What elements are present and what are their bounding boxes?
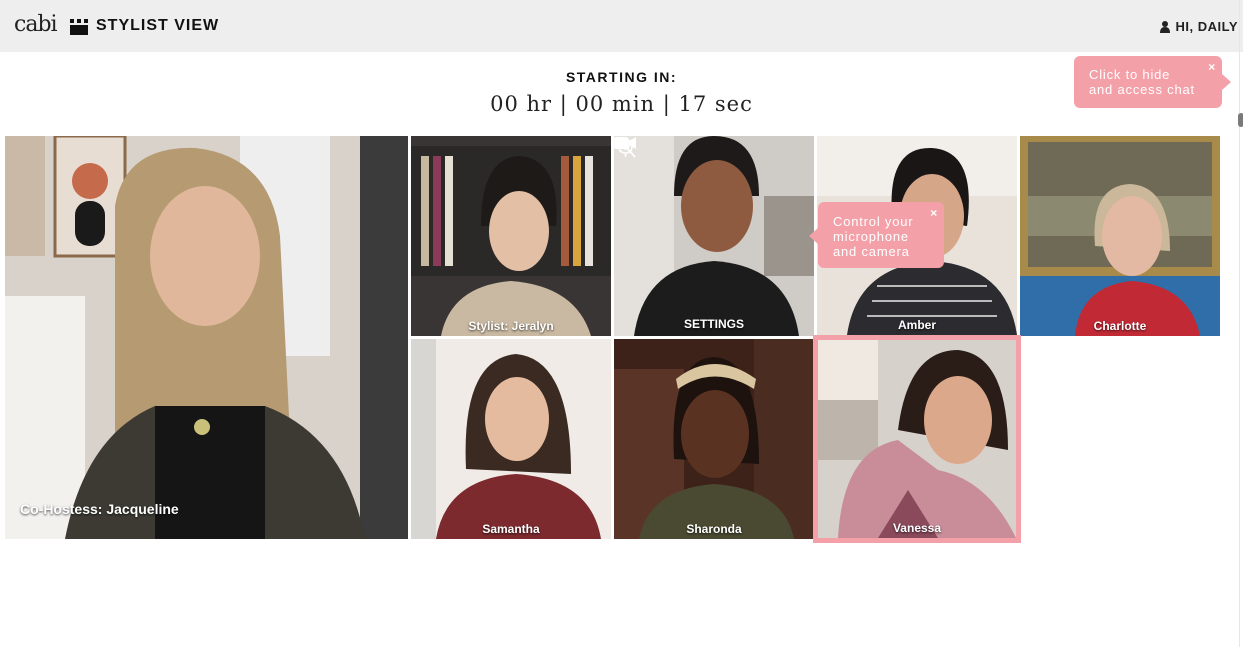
settings-label[interactable]: SETTINGS: [614, 317, 814, 331]
user-icon: [1160, 20, 1171, 33]
video-feed: [614, 339, 814, 539]
chat-tooltip-text: Click to hide and access chat: [1089, 67, 1195, 97]
tile-name-label: Co-Hostess: Jacqueline: [20, 501, 179, 517]
video-feed: [1020, 136, 1220, 336]
active-speaker-highlight: [813, 335, 1021, 543]
tile-name-label: Sharonda: [686, 522, 742, 536]
mic-tooltip-text: Control your microphone and camera: [833, 214, 913, 259]
countdown-label: STARTING IN:: [565, 69, 678, 85]
close-icon[interactable]: ×: [1208, 60, 1216, 75]
user-menu[interactable]: HI, DAILY: [1160, 19, 1238, 34]
tooltip-line: microphone: [833, 229, 909, 244]
video-tile-samantha[interactable]: Samantha: [411, 339, 611, 539]
cabi-logo[interactable]: cabi: [14, 12, 58, 37]
video-feed: [411, 136, 611, 336]
tile-name-label: Charlotte: [1093, 319, 1147, 333]
chat-toggle-tooltip[interactable]: Click to hide and access chat ×: [1074, 56, 1231, 108]
tooltip-arrow: [1222, 74, 1231, 90]
top-bar: cabi STYLIST VIEW HI, DAILY: [0, 0, 1243, 52]
close-icon[interactable]: ×: [930, 206, 938, 221]
user-greeting: HI, DAILY: [1175, 19, 1238, 34]
tooltip-arrow: [809, 228, 818, 244]
video-tile-cohostess[interactable]: Co-Hostess: Jacqueline: [5, 136, 408, 539]
tooltip-line: and camera: [833, 244, 910, 259]
tile-name-label: Amber: [897, 318, 936, 332]
video-feed: [5, 136, 408, 539]
video-feed: [411, 339, 611, 539]
tile-name-label: Samantha: [482, 522, 540, 536]
camera-icon[interactable]: [614, 136, 636, 150]
view-grid-icon: [70, 19, 88, 35]
video-tile-sharonda[interactable]: Sharonda: [614, 339, 814, 539]
countdown-timer: 00 hr | 00 min | 17 sec: [490, 92, 753, 116]
view-title: STYLIST VIEW: [96, 17, 220, 34]
video-tile-settings[interactable]: SETTINGS: [614, 136, 814, 336]
tile-name-label: Stylist: Jeralyn: [468, 319, 554, 333]
tooltip-line: Click to hide: [1089, 67, 1171, 82]
tooltip-line: Control your: [833, 214, 914, 229]
video-feed: [614, 136, 814, 336]
video-tile-charlotte[interactable]: Charlotte: [1020, 136, 1220, 336]
tooltip-line: and access chat: [1089, 82, 1195, 97]
video-tile-stylist[interactable]: Stylist: Jeralyn: [411, 136, 611, 336]
media-controls-tooltip: Control your microphone and camera ×: [809, 202, 944, 268]
